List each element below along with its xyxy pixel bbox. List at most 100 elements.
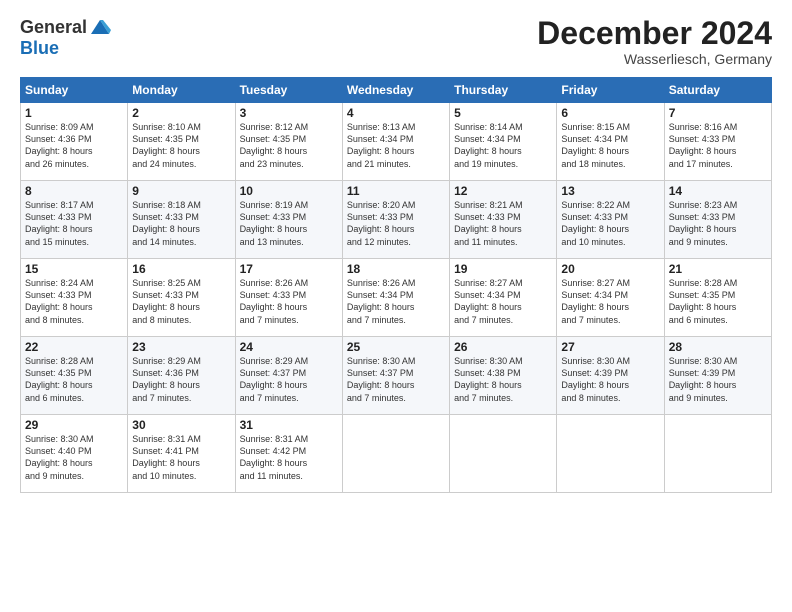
calendar-cell: 14Sunrise: 8:23 AMSunset: 4:33 PMDayligh… [664, 181, 771, 259]
page: General Blue December 2024 Wasserliesch,… [0, 0, 792, 612]
day-number: 9 [132, 184, 230, 198]
calendar-cell: 2Sunrise: 8:10 AMSunset: 4:35 PMDaylight… [128, 103, 235, 181]
calendar-cell: 12Sunrise: 8:21 AMSunset: 4:33 PMDayligh… [450, 181, 557, 259]
day-info: Sunrise: 8:25 AMSunset: 4:33 PMDaylight:… [132, 277, 230, 326]
logo-icon [89, 16, 111, 38]
day-number: 14 [669, 184, 767, 198]
logo: General Blue [20, 16, 111, 59]
day-number: 28 [669, 340, 767, 354]
day-number: 1 [25, 106, 123, 120]
calendar-cell: 13Sunrise: 8:22 AMSunset: 4:33 PMDayligh… [557, 181, 664, 259]
calendar-cell: 5Sunrise: 8:14 AMSunset: 4:34 PMDaylight… [450, 103, 557, 181]
header: General Blue December 2024 Wasserliesch,… [20, 16, 772, 67]
day-info: Sunrise: 8:26 AMSunset: 4:33 PMDaylight:… [240, 277, 338, 326]
logo-general-text: General [20, 17, 87, 38]
calendar-cell [664, 415, 771, 493]
day-info: Sunrise: 8:12 AMSunset: 4:35 PMDaylight:… [240, 121, 338, 170]
day-number: 15 [25, 262, 123, 276]
calendar-cell: 9Sunrise: 8:18 AMSunset: 4:33 PMDaylight… [128, 181, 235, 259]
calendar-cell: 3Sunrise: 8:12 AMSunset: 4:35 PMDaylight… [235, 103, 342, 181]
day-number: 26 [454, 340, 552, 354]
day-number: 22 [25, 340, 123, 354]
location: Wasserliesch, Germany [537, 51, 772, 67]
day-info: Sunrise: 8:21 AMSunset: 4:33 PMDaylight:… [454, 199, 552, 248]
day-info: Sunrise: 8:29 AMSunset: 4:36 PMDaylight:… [132, 355, 230, 404]
col-header-sunday: Sunday [21, 78, 128, 103]
day-info: Sunrise: 8:22 AMSunset: 4:33 PMDaylight:… [561, 199, 659, 248]
day-number: 16 [132, 262, 230, 276]
col-header-friday: Friday [557, 78, 664, 103]
day-info: Sunrise: 8:30 AMSunset: 4:40 PMDaylight:… [25, 433, 123, 482]
calendar-cell: 31Sunrise: 8:31 AMSunset: 4:42 PMDayligh… [235, 415, 342, 493]
day-number: 13 [561, 184, 659, 198]
calendar-cell: 23Sunrise: 8:29 AMSunset: 4:36 PMDayligh… [128, 337, 235, 415]
calendar-cell: 28Sunrise: 8:30 AMSunset: 4:39 PMDayligh… [664, 337, 771, 415]
day-info: Sunrise: 8:28 AMSunset: 4:35 PMDaylight:… [669, 277, 767, 326]
day-number: 8 [25, 184, 123, 198]
calendar-cell: 22Sunrise: 8:28 AMSunset: 4:35 PMDayligh… [21, 337, 128, 415]
day-number: 11 [347, 184, 445, 198]
day-number: 24 [240, 340, 338, 354]
day-info: Sunrise: 8:30 AMSunset: 4:39 PMDaylight:… [561, 355, 659, 404]
calendar-cell: 7Sunrise: 8:16 AMSunset: 4:33 PMDaylight… [664, 103, 771, 181]
calendar-cell: 1Sunrise: 8:09 AMSunset: 4:36 PMDaylight… [21, 103, 128, 181]
day-info: Sunrise: 8:17 AMSunset: 4:33 PMDaylight:… [25, 199, 123, 248]
calendar-cell: 20Sunrise: 8:27 AMSunset: 4:34 PMDayligh… [557, 259, 664, 337]
day-number: 5 [454, 106, 552, 120]
day-info: Sunrise: 8:28 AMSunset: 4:35 PMDaylight:… [25, 355, 123, 404]
day-info: Sunrise: 8:14 AMSunset: 4:34 PMDaylight:… [454, 121, 552, 170]
day-number: 31 [240, 418, 338, 432]
col-header-monday: Monday [128, 78, 235, 103]
day-number: 20 [561, 262, 659, 276]
calendar-cell: 6Sunrise: 8:15 AMSunset: 4:34 PMDaylight… [557, 103, 664, 181]
day-info: Sunrise: 8:24 AMSunset: 4:33 PMDaylight:… [25, 277, 123, 326]
day-info: Sunrise: 8:30 AMSunset: 4:39 PMDaylight:… [669, 355, 767, 404]
month-title: December 2024 [537, 16, 772, 51]
day-number: 3 [240, 106, 338, 120]
day-info: Sunrise: 8:16 AMSunset: 4:33 PMDaylight:… [669, 121, 767, 170]
day-info: Sunrise: 8:31 AMSunset: 4:41 PMDaylight:… [132, 433, 230, 482]
day-number: 19 [454, 262, 552, 276]
calendar-cell: 21Sunrise: 8:28 AMSunset: 4:35 PMDayligh… [664, 259, 771, 337]
col-header-thursday: Thursday [450, 78, 557, 103]
calendar-cell [557, 415, 664, 493]
day-info: Sunrise: 8:26 AMSunset: 4:34 PMDaylight:… [347, 277, 445, 326]
day-info: Sunrise: 8:27 AMSunset: 4:34 PMDaylight:… [454, 277, 552, 326]
day-info: Sunrise: 8:19 AMSunset: 4:33 PMDaylight:… [240, 199, 338, 248]
day-info: Sunrise: 8:15 AMSunset: 4:34 PMDaylight:… [561, 121, 659, 170]
calendar-cell: 19Sunrise: 8:27 AMSunset: 4:34 PMDayligh… [450, 259, 557, 337]
day-number: 17 [240, 262, 338, 276]
day-number: 4 [347, 106, 445, 120]
calendar-cell: 8Sunrise: 8:17 AMSunset: 4:33 PMDaylight… [21, 181, 128, 259]
day-number: 21 [669, 262, 767, 276]
calendar-cell: 30Sunrise: 8:31 AMSunset: 4:41 PMDayligh… [128, 415, 235, 493]
day-number: 12 [454, 184, 552, 198]
day-info: Sunrise: 8:30 AMSunset: 4:38 PMDaylight:… [454, 355, 552, 404]
calendar-cell [342, 415, 449, 493]
title-block: December 2024 Wasserliesch, Germany [537, 16, 772, 67]
calendar-cell: 24Sunrise: 8:29 AMSunset: 4:37 PMDayligh… [235, 337, 342, 415]
day-info: Sunrise: 8:10 AMSunset: 4:35 PMDaylight:… [132, 121, 230, 170]
day-info: Sunrise: 8:18 AMSunset: 4:33 PMDaylight:… [132, 199, 230, 248]
calendar-cell: 18Sunrise: 8:26 AMSunset: 4:34 PMDayligh… [342, 259, 449, 337]
calendar-cell: 29Sunrise: 8:30 AMSunset: 4:40 PMDayligh… [21, 415, 128, 493]
day-info: Sunrise: 8:13 AMSunset: 4:34 PMDaylight:… [347, 121, 445, 170]
day-number: 10 [240, 184, 338, 198]
calendar-cell: 11Sunrise: 8:20 AMSunset: 4:33 PMDayligh… [342, 181, 449, 259]
day-info: Sunrise: 8:09 AMSunset: 4:36 PMDaylight:… [25, 121, 123, 170]
calendar-table: SundayMondayTuesdayWednesdayThursdayFrid… [20, 77, 772, 493]
day-info: Sunrise: 8:29 AMSunset: 4:37 PMDaylight:… [240, 355, 338, 404]
calendar-cell: 15Sunrise: 8:24 AMSunset: 4:33 PMDayligh… [21, 259, 128, 337]
day-number: 7 [669, 106, 767, 120]
day-info: Sunrise: 8:31 AMSunset: 4:42 PMDaylight:… [240, 433, 338, 482]
day-info: Sunrise: 8:30 AMSunset: 4:37 PMDaylight:… [347, 355, 445, 404]
day-number: 25 [347, 340, 445, 354]
col-header-tuesday: Tuesday [235, 78, 342, 103]
day-number: 18 [347, 262, 445, 276]
day-number: 30 [132, 418, 230, 432]
calendar-cell: 25Sunrise: 8:30 AMSunset: 4:37 PMDayligh… [342, 337, 449, 415]
calendar-cell: 4Sunrise: 8:13 AMSunset: 4:34 PMDaylight… [342, 103, 449, 181]
calendar-cell: 16Sunrise: 8:25 AMSunset: 4:33 PMDayligh… [128, 259, 235, 337]
day-info: Sunrise: 8:23 AMSunset: 4:33 PMDaylight:… [669, 199, 767, 248]
logo-blue-text: Blue [20, 38, 59, 59]
